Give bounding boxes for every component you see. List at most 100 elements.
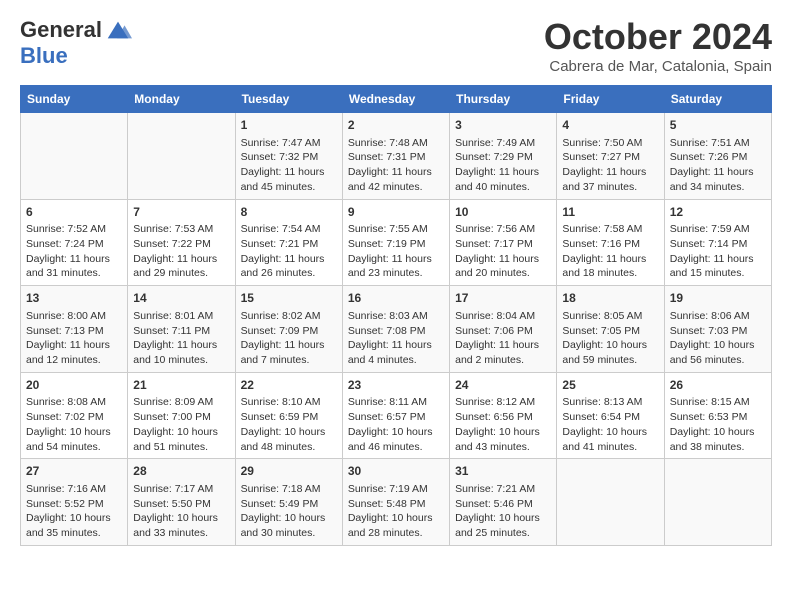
day-detail: Sunrise: 7:16 AMSunset: 5:52 PMDaylight:… <box>26 482 122 541</box>
day-cell: 16 Sunrise: 8:03 AMSunset: 7:08 PMDayligh… <box>342 286 449 373</box>
day-detail: Sunrise: 8:06 AMSunset: 7:03 PMDaylight:… <box>670 309 766 368</box>
week-row-2: 6Sunrise: 7:52 AMSunset: 7:24 PMDaylight… <box>21 199 772 286</box>
week-row-1: 1Sunrise: 7:47 AMSunset: 7:32 PMDaylight… <box>21 113 772 200</box>
day-cell: 27 Sunrise: 7:16 AMSunset: 5:52 PMDayligh… <box>21 459 128 546</box>
day-cell <box>664 459 771 546</box>
day-cell: 20Sunrise: 8:08 AMSunset: 7:02 PMDayligh… <box>21 372 128 459</box>
day-detail: Sunrise: 7:18 AMSunset: 5:49 PMDaylight:… <box>241 482 337 541</box>
logo: General Blue <box>20 16 132 68</box>
day-cell: 4 Sunrise: 7:50 AMSunset: 7:27 PMDaylight… <box>557 113 664 200</box>
day-number: 4 <box>562 117 658 134</box>
day-cell: 9Sunrise: 7:55 AMSunset: 7:19 PMDaylight… <box>342 199 449 286</box>
col-header-wednesday: Wednesday <box>342 86 449 113</box>
day-number: 25 <box>562 377 658 394</box>
day-number: 5 <box>670 117 766 134</box>
day-cell: 5 Sunrise: 7:51 AMSunset: 7:26 PMDaylight… <box>664 113 771 200</box>
day-cell: 28 Sunrise: 7:17 AMSunset: 5:50 PMDayligh… <box>128 459 235 546</box>
day-cell: 29 Sunrise: 7:18 AMSunset: 5:49 PMDayligh… <box>235 459 342 546</box>
day-detail: Sunrise: 7:54 AMSunset: 7:21 PMDaylight:… <box>241 222 337 281</box>
day-cell <box>128 113 235 200</box>
logo-text-blue: Blue <box>20 43 68 68</box>
day-detail: Sunrise: 8:03 AMSunset: 7:08 PMDaylight:… <box>348 309 444 368</box>
page: General Blue October 2024 Cabrera de Mar… <box>0 0 792 562</box>
day-cell: 2Sunrise: 7:48 AMSunset: 7:31 PMDaylight… <box>342 113 449 200</box>
subtitle: Cabrera de Mar, Catalonia, Spain <box>544 58 772 75</box>
day-cell: 12Sunrise: 7:59 AMSunset: 7:14 PMDayligh… <box>664 199 771 286</box>
col-header-saturday: Saturday <box>664 86 771 113</box>
day-detail: Sunrise: 8:04 AMSunset: 7:06 PMDaylight:… <box>455 309 551 368</box>
title-block: October 2024 Cabrera de Mar, Catalonia, … <box>544 16 772 75</box>
week-row-3: 13 Sunrise: 8:00 AMSunset: 7:13 PMDayligh… <box>21 286 772 373</box>
day-number: 28 <box>133 463 229 480</box>
logo-icon <box>104 16 132 44</box>
day-detail: Sunrise: 8:01 AMSunset: 7:11 PMDaylight:… <box>133 309 229 368</box>
day-number: 12 <box>670 204 766 221</box>
day-detail: Sunrise: 7:48 AMSunset: 7:31 PMDaylight:… <box>348 136 444 195</box>
day-cell: 6Sunrise: 7:52 AMSunset: 7:24 PMDaylight… <box>21 199 128 286</box>
day-detail: Sunrise: 7:49 AMSunset: 7:29 PMDaylight:… <box>455 136 551 195</box>
day-number: 18 <box>562 290 658 307</box>
day-number: 15 <box>241 290 337 307</box>
day-cell: 30 Sunrise: 7:19 AMSunset: 5:48 PMDayligh… <box>342 459 449 546</box>
day-number: 17 <box>455 290 551 307</box>
header: General Blue October 2024 Cabrera de Mar… <box>20 16 772 75</box>
day-number: 27 <box>26 463 122 480</box>
day-cell: 18 Sunrise: 8:05 AMSunset: 7:05 PMDayligh… <box>557 286 664 373</box>
day-number: 8 <box>241 204 337 221</box>
day-number: 13 <box>26 290 122 307</box>
day-cell: 7Sunrise: 7:53 AMSunset: 7:22 PMDaylight… <box>128 199 235 286</box>
day-cell: 13 Sunrise: 8:00 AMSunset: 7:13 PMDayligh… <box>21 286 128 373</box>
day-number: 22 <box>241 377 337 394</box>
day-cell: 24Sunrise: 8:12 AMSunset: 6:56 PMDayligh… <box>450 372 557 459</box>
day-cell: 17 Sunrise: 8:04 AMSunset: 7:06 PMDayligh… <box>450 286 557 373</box>
day-cell: 25Sunrise: 8:13 AMSunset: 6:54 PMDayligh… <box>557 372 664 459</box>
day-number: 19 <box>670 290 766 307</box>
col-header-thursday: Thursday <box>450 86 557 113</box>
day-detail: Sunrise: 7:55 AMSunset: 7:19 PMDaylight:… <box>348 222 444 281</box>
col-header-sunday: Sunday <box>21 86 128 113</box>
day-cell: 1Sunrise: 7:47 AMSunset: 7:32 PMDaylight… <box>235 113 342 200</box>
day-cell <box>557 459 664 546</box>
day-cell: 22Sunrise: 8:10 AMSunset: 6:59 PMDayligh… <box>235 372 342 459</box>
day-detail: Sunrise: 8:11 AMSunset: 6:57 PMDaylight:… <box>348 395 444 454</box>
day-detail: Sunrise: 8:05 AMSunset: 7:05 PMDaylight:… <box>562 309 658 368</box>
logo-text-general: General <box>20 18 102 42</box>
col-header-monday: Monday <box>128 86 235 113</box>
col-header-friday: Friday <box>557 86 664 113</box>
week-row-5: 27 Sunrise: 7:16 AMSunset: 5:52 PMDayligh… <box>21 459 772 546</box>
day-detail: Sunrise: 7:21 AMSunset: 5:46 PMDaylight:… <box>455 482 551 541</box>
week-row-4: 20Sunrise: 8:08 AMSunset: 7:02 PMDayligh… <box>21 372 772 459</box>
day-number: 31 <box>455 463 551 480</box>
main-title: October 2024 <box>544 16 772 58</box>
day-number: 23 <box>348 377 444 394</box>
day-cell: 19 Sunrise: 8:06 AMSunset: 7:03 PMDayligh… <box>664 286 771 373</box>
day-cell: 26Sunrise: 8:15 AMSunset: 6:53 PMDayligh… <box>664 372 771 459</box>
day-detail: Sunrise: 8:09 AMSunset: 7:00 PMDaylight:… <box>133 395 229 454</box>
day-number: 16 <box>348 290 444 307</box>
day-detail: Sunrise: 8:13 AMSunset: 6:54 PMDaylight:… <box>562 395 658 454</box>
day-number: 9 <box>348 204 444 221</box>
day-detail: Sunrise: 7:19 AMSunset: 5:48 PMDaylight:… <box>348 482 444 541</box>
day-detail: Sunrise: 7:50 AMSunset: 7:27 PMDaylight:… <box>562 136 658 195</box>
day-detail: Sunrise: 8:10 AMSunset: 6:59 PMDaylight:… <box>241 395 337 454</box>
day-number: 24 <box>455 377 551 394</box>
day-detail: Sunrise: 7:51 AMSunset: 7:26 PMDaylight:… <box>670 136 766 195</box>
day-detail: Sunrise: 8:02 AMSunset: 7:09 PMDaylight:… <box>241 309 337 368</box>
day-detail: Sunrise: 7:17 AMSunset: 5:50 PMDaylight:… <box>133 482 229 541</box>
day-number: 14 <box>133 290 229 307</box>
day-number: 20 <box>26 377 122 394</box>
day-number: 29 <box>241 463 337 480</box>
calendar-table: SundayMondayTuesdayWednesdayThursdayFrid… <box>20 85 772 546</box>
day-number: 6 <box>26 204 122 221</box>
day-number: 30 <box>348 463 444 480</box>
day-detail: Sunrise: 7:52 AMSunset: 7:24 PMDaylight:… <box>26 222 122 281</box>
day-cell: 31 Sunrise: 7:21 AMSunset: 5:46 PMDayligh… <box>450 459 557 546</box>
day-detail: Sunrise: 7:59 AMSunset: 7:14 PMDaylight:… <box>670 222 766 281</box>
day-detail: Sunrise: 8:00 AMSunset: 7:13 PMDaylight:… <box>26 309 122 368</box>
day-detail: Sunrise: 7:56 AMSunset: 7:17 PMDaylight:… <box>455 222 551 281</box>
day-number: 10 <box>455 204 551 221</box>
day-number: 7 <box>133 204 229 221</box>
day-detail: Sunrise: 7:58 AMSunset: 7:16 PMDaylight:… <box>562 222 658 281</box>
col-header-tuesday: Tuesday <box>235 86 342 113</box>
header-row: SundayMondayTuesdayWednesdayThursdayFrid… <box>21 86 772 113</box>
